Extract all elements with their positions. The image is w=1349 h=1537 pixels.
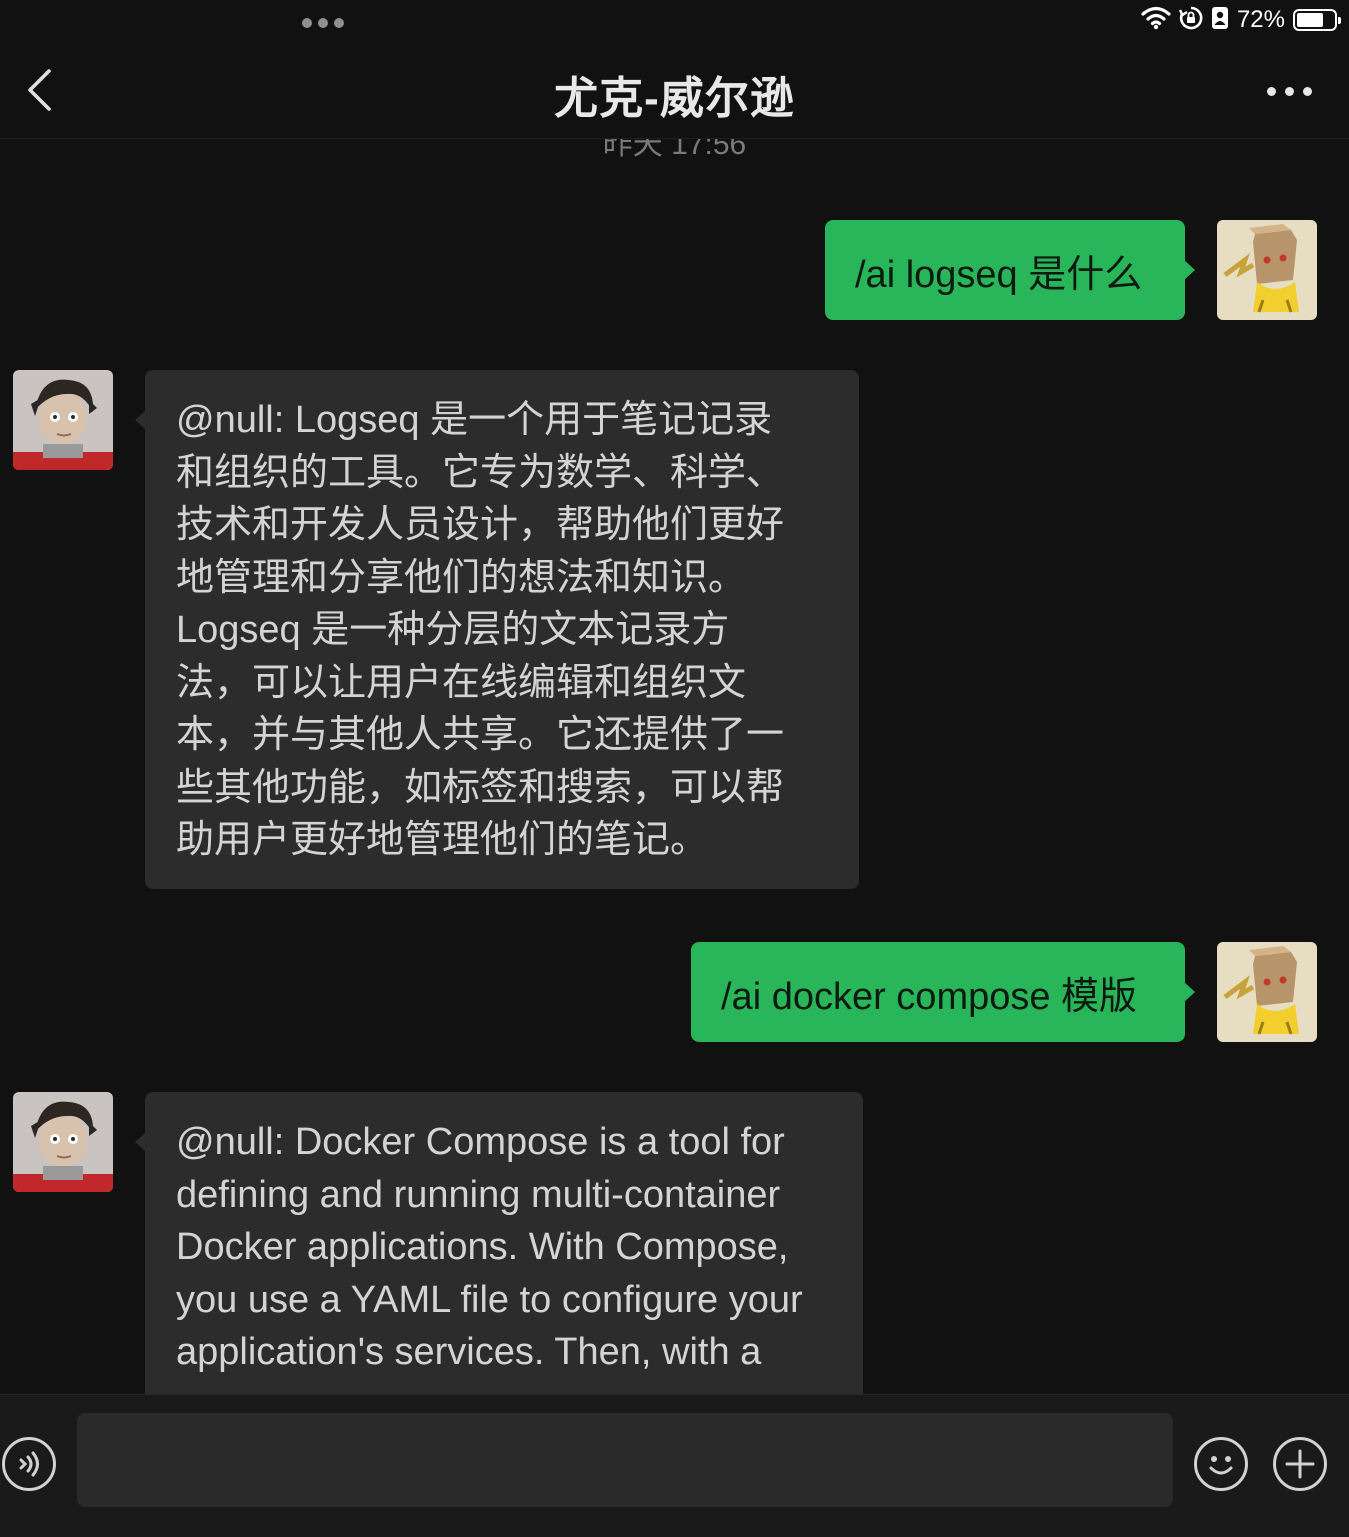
cartoon-boy-avatar[interactable] [13, 370, 113, 470]
message-text: @null: Logseq 是一个用于笔记记录 和组织的工具。它专为数学、科学、… [176, 399, 785, 861]
plus-icon [1285, 1449, 1315, 1479]
message-text: /ai docker compose 模版 [721, 975, 1138, 1018]
message-input-bar [0, 1394, 1349, 1537]
more-options-button[interactable] [1257, 76, 1321, 106]
wifi-icon [1141, 6, 1171, 35]
message-input[interactable] [77, 1413, 1173, 1507]
voice-icon [19, 1451, 39, 1477]
chat-title: 尤克-威尔逊 [554, 74, 795, 123]
chat-message-list[interactable]: 昨天 17:56 /ai logseq 是什么 @null: Logseq 是一… [0, 139, 1349, 1394]
chat-header: 尤克-威尔逊 [0, 44, 1349, 139]
orientation-lock-icon [1178, 6, 1203, 35]
battery-level-fill [1297, 13, 1323, 27]
multitask-dots-icon[interactable] [302, 18, 344, 30]
message-text: @null: Docker Compose is a tool for defi… [176, 1121, 803, 1373]
status-bar: 72% [0, 0, 1349, 44]
outgoing-message-bubble[interactable]: /ai docker compose 模版 [691, 942, 1195, 1042]
pikachu-box-avatar[interactable] [1217, 942, 1317, 1042]
plus-button[interactable] [1273, 1437, 1327, 1491]
emoji-button[interactable] [1194, 1437, 1248, 1491]
battery-percent: 72% [1236, 6, 1285, 33]
message-timestamp: 昨天 17:56 [602, 139, 747, 161]
pikachu-box-avatar[interactable] [1217, 220, 1317, 320]
incoming-message-bubble[interactable]: @null: Docker Compose is a tool for defi… [135, 1092, 863, 1394]
outgoing-message-bubble[interactable]: /ai logseq 是什么 [825, 220, 1195, 320]
status-indicators: 72% [1141, 4, 1341, 36]
incoming-message-bubble[interactable]: @null: Logseq 是一个用于笔记记录 和组织的工具。它专为数学、科学、… [135, 370, 859, 889]
emoji-icon [1209, 1456, 1233, 1475]
portrait-icon [1211, 6, 1229, 35]
battery-icon [1293, 9, 1341, 31]
message-text: /ai logseq 是什么 [855, 253, 1143, 296]
cartoon-boy-avatar[interactable] [13, 1092, 113, 1192]
voice-button[interactable] [2, 1437, 56, 1491]
